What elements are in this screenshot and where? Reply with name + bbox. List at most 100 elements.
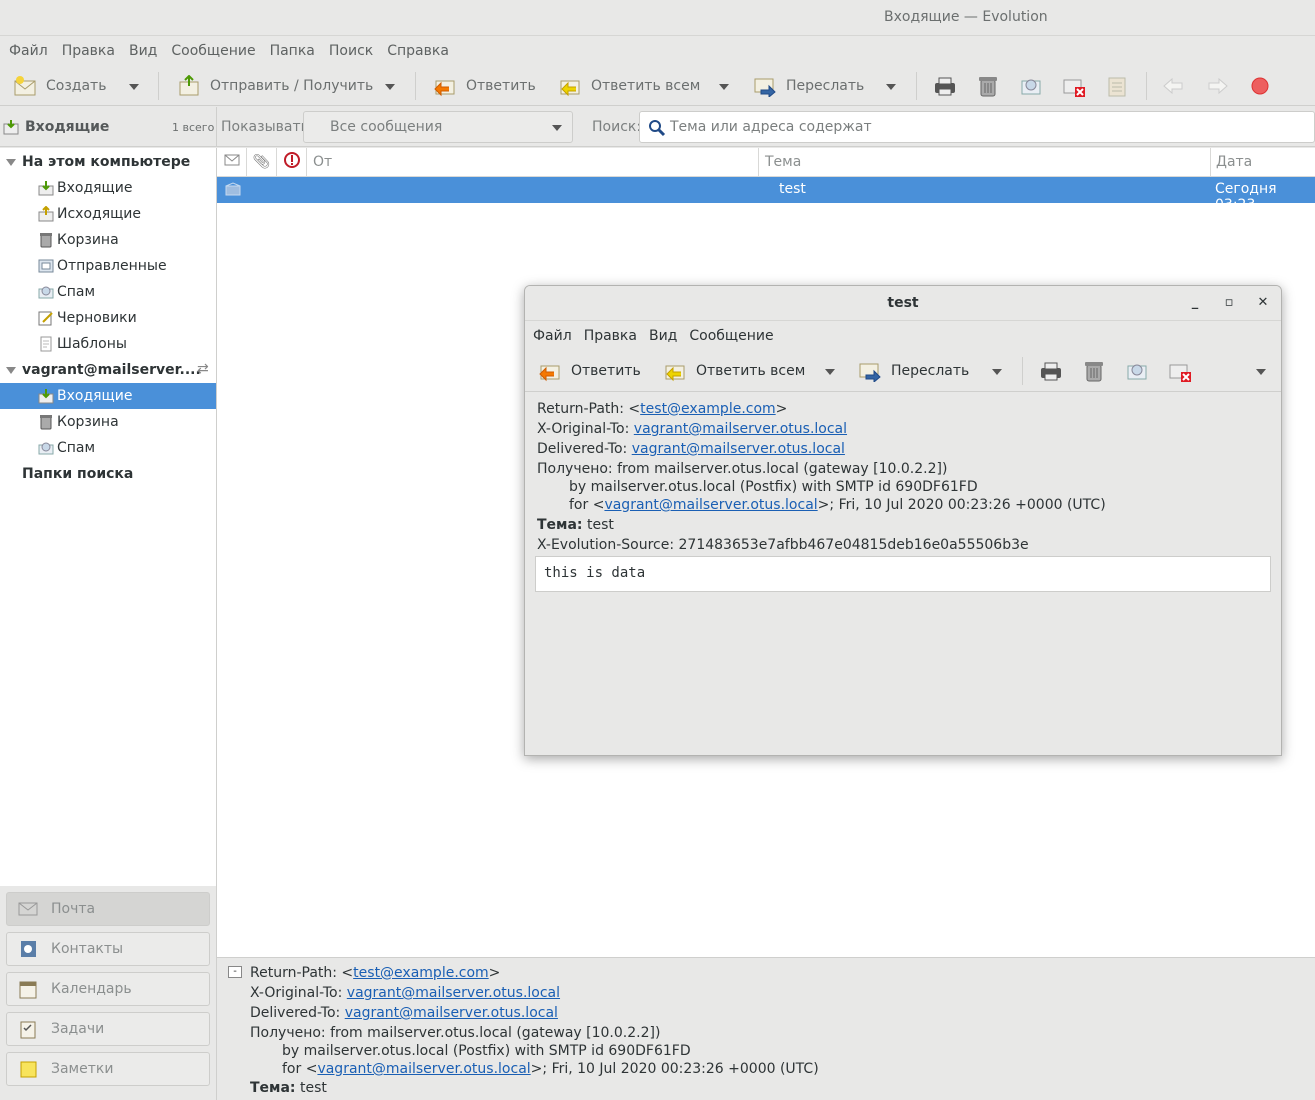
folder-drafts[interactable]: Черновики bbox=[0, 305, 216, 331]
not-junk-button[interactable] bbox=[1061, 66, 1087, 106]
menubar: Файл Правка Вид Сообщение Папка Поиск Сп… bbox=[0, 36, 1315, 66]
forward-button[interactable]: Переслать bbox=[752, 66, 864, 106]
delete-button[interactable] bbox=[975, 66, 1001, 106]
delivered-to-link[interactable]: vagrant@mailserver.otus.local bbox=[632, 441, 845, 457]
popup-reply-all-dropdown-icon[interactable] bbox=[825, 369, 835, 375]
column-attachment[interactable]: 📎︎ bbox=[247, 148, 277, 176]
message-window-title: test bbox=[887, 295, 919, 311]
expander-icon[interactable] bbox=[6, 367, 16, 374]
received-for-link[interactable]: vagrant@mailserver.otus.local bbox=[604, 497, 817, 513]
minimize-button[interactable]: _ bbox=[1186, 294, 1204, 312]
folder-inbox-remote[interactable]: Входящие bbox=[0, 383, 216, 409]
popup-reply-button[interactable]: Ответить bbox=[537, 350, 641, 392]
reply-icon bbox=[432, 73, 458, 99]
search-folders[interactable]: Папки поиска bbox=[0, 461, 216, 487]
menu-view[interactable]: Вид bbox=[122, 43, 164, 59]
switcher-memos[interactable]: Заметки bbox=[6, 1052, 210, 1086]
create-button[interactable]: Создать bbox=[12, 66, 106, 106]
folder-templates[interactable]: Шаблоны bbox=[0, 331, 216, 357]
expander-icon[interactable] bbox=[6, 159, 16, 166]
message-window-toolbar: Ответить Ответить всем Переслать bbox=[525, 350, 1281, 392]
reply-button[interactable]: Ответить bbox=[432, 66, 536, 106]
delivered-to-link[interactable]: vagrant@mailserver.otus.local bbox=[345, 1005, 558, 1021]
preview-return-path: Return-Path: <test@example.com> bbox=[250, 965, 501, 981]
column-status[interactable] bbox=[217, 148, 247, 176]
x-original-to-link[interactable]: vagrant@mailserver.otus.local bbox=[347, 985, 560, 1001]
return-path-link[interactable]: test@example.com bbox=[353, 965, 489, 981]
popup-received-3: for <vagrant@mailserver.otus.local>; Fri… bbox=[569, 497, 1106, 513]
switcher-calendar[interactable]: Календарь bbox=[6, 972, 210, 1006]
folder-sent[interactable]: Отправленные bbox=[0, 253, 216, 279]
switcher-mail[interactable]: Почта bbox=[6, 892, 210, 926]
account-remote[interactable]: vagrant@mailserver.... ⇄ bbox=[0, 357, 216, 383]
popup-delete-button[interactable] bbox=[1081, 350, 1107, 392]
received-for-link[interactable]: vagrant@mailserver.otus.local bbox=[317, 1061, 530, 1077]
preview-received-3: for <vagrant@mailserver.otus.local>; Fri… bbox=[282, 1061, 819, 1077]
table-row[interactable]: test Сегодня 03:23 bbox=[217, 177, 1315, 213]
account-local[interactable]: На этом компьютере bbox=[0, 149, 216, 175]
sync-icon[interactable]: ⇄ bbox=[197, 361, 209, 377]
folder-trash-remote[interactable]: Корзина bbox=[0, 409, 216, 435]
menu-edit[interactable]: Правка bbox=[55, 43, 122, 59]
maximize-button[interactable]: ▫ bbox=[1220, 294, 1238, 312]
popup-forward-button[interactable]: Переслать bbox=[857, 350, 969, 392]
print-button[interactable] bbox=[932, 66, 958, 106]
search-input[interactable]: Тема или адреса содержат bbox=[639, 111, 1315, 143]
forward-nav-button[interactable] bbox=[1204, 66, 1230, 106]
toolbar-separator bbox=[415, 72, 416, 100]
folder-inbox-local[interactable]: Входящие bbox=[0, 175, 216, 201]
archive-button[interactable] bbox=[1104, 66, 1130, 106]
create-dropdown-icon[interactable] bbox=[129, 84, 139, 90]
switcher-tasks[interactable]: Задачи bbox=[6, 1012, 210, 1046]
column-from[interactable]: От bbox=[307, 148, 759, 176]
folder-outbox[interactable]: Исходящие bbox=[0, 201, 216, 227]
trash-icon bbox=[975, 73, 1001, 99]
popup-menu-view[interactable]: Вид bbox=[643, 328, 683, 344]
reply-all-button[interactable]: Ответить всем bbox=[557, 66, 700, 106]
send-receive-dropdown-icon[interactable] bbox=[385, 84, 395, 90]
message-window-menubar: Файл Правка Вид Сообщение bbox=[525, 322, 1281, 350]
message-subject: test bbox=[779, 181, 806, 197]
popup-junk-button[interactable] bbox=[1124, 350, 1150, 392]
toolbar-separator bbox=[916, 72, 917, 100]
column-date[interactable]: Дата bbox=[1211, 148, 1315, 176]
send-receive-icon bbox=[176, 73, 202, 99]
folder-trash-local[interactable]: Корзина bbox=[0, 227, 216, 253]
popup-received-2: by mailserver.otus.local (Postfix) with … bbox=[569, 479, 978, 495]
menu-search[interactable]: Поиск bbox=[322, 43, 380, 59]
preview-received-2: by mailserver.otus.local (Postfix) with … bbox=[282, 1043, 691, 1059]
templates-icon bbox=[38, 336, 54, 352]
column-subject[interactable]: Тема bbox=[759, 148, 1211, 176]
popup-print-button[interactable] bbox=[1038, 350, 1064, 392]
preview-x-original-to: X-Original-To: vagrant@mailserver.otus.l… bbox=[250, 985, 561, 1001]
archive-icon bbox=[1104, 73, 1130, 99]
menu-message[interactable]: Сообщение bbox=[164, 43, 262, 59]
return-path-link[interactable]: test@example.com bbox=[640, 401, 776, 417]
collapse-headers-button[interactable]: - bbox=[228, 966, 242, 978]
popup-menu-edit[interactable]: Правка bbox=[578, 328, 643, 344]
popup-reply-all-button[interactable]: Ответить всем bbox=[662, 350, 805, 392]
menu-folder[interactable]: Папка bbox=[263, 43, 322, 59]
reply-all-dropdown-icon[interactable] bbox=[719, 84, 729, 90]
popup-menu-message[interactable]: Сообщение bbox=[683, 328, 779, 344]
forward-dropdown-icon[interactable] bbox=[886, 84, 896, 90]
column-importance[interactable] bbox=[277, 148, 307, 176]
show-filter-select[interactable]: Все сообщения bbox=[303, 111, 573, 143]
stop-button[interactable] bbox=[1247, 66, 1273, 106]
x-original-to-link[interactable]: vagrant@mailserver.otus.local bbox=[634, 421, 847, 437]
close-button[interactable]: ✕ bbox=[1254, 294, 1272, 312]
popup-menu-file[interactable]: Файл bbox=[527, 328, 578, 344]
popup-not-junk-button[interactable] bbox=[1167, 350, 1193, 392]
junk-button[interactable] bbox=[1018, 66, 1044, 106]
back-button[interactable] bbox=[1161, 66, 1187, 106]
folder-spam-local[interactable]: Спам bbox=[0, 279, 216, 305]
switcher-contacts[interactable]: Контакты bbox=[6, 932, 210, 966]
folder-spam-remote[interactable]: Спам bbox=[0, 435, 216, 461]
message-body[interactable]: this is data bbox=[535, 556, 1271, 592]
menu-help[interactable]: Справка bbox=[380, 43, 456, 59]
preview-delivered-to: Delivered-To: vagrant@mailserver.otus.lo… bbox=[250, 1005, 558, 1021]
menu-file[interactable]: Файл bbox=[2, 43, 55, 59]
popup-overflow-icon[interactable] bbox=[1256, 369, 1266, 375]
send-receive-button[interactable]: Отправить / Получить bbox=[176, 66, 373, 106]
popup-forward-dropdown-icon[interactable] bbox=[992, 369, 1002, 375]
